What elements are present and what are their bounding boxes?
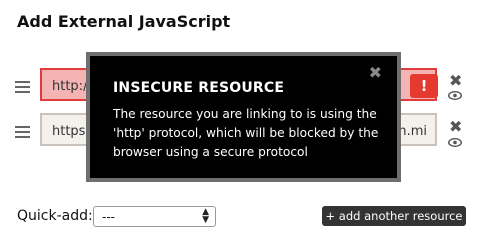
- remove-resource-icon[interactable]: ✖: [449, 119, 462, 135]
- warning-icon-button[interactable]: !: [410, 74, 438, 98]
- drag-handle-icon[interactable]: [15, 81, 30, 94]
- select-arrows-icon: ▲ ▼: [202, 207, 209, 225]
- resource-url-text: https:: [52, 124, 90, 139]
- add-resource-button[interactable]: + add another resource: [322, 206, 466, 226]
- quick-add-select[interactable]: --- ▲ ▼: [93, 206, 216, 227]
- quick-add-selected-value: ---: [102, 210, 115, 224]
- tooltip-title: INSECURE RESOURCE: [113, 80, 285, 96]
- eye-icon[interactable]: [448, 138, 462, 147]
- insecure-resource-tooltip: ✖ INSECURE RESOURCE The resource you are…: [86, 52, 401, 182]
- eye-icon[interactable]: [448, 91, 462, 100]
- quick-add-label: Quick-add:: [17, 208, 93, 224]
- panel-title: Add External JavaScript: [17, 12, 231, 31]
- remove-resource-icon[interactable]: ✖: [449, 73, 462, 89]
- drag-handle-icon[interactable]: [15, 126, 30, 139]
- close-icon[interactable]: ✖: [369, 63, 382, 82]
- tooltip-body: The resource you are linking to is using…: [113, 107, 379, 159]
